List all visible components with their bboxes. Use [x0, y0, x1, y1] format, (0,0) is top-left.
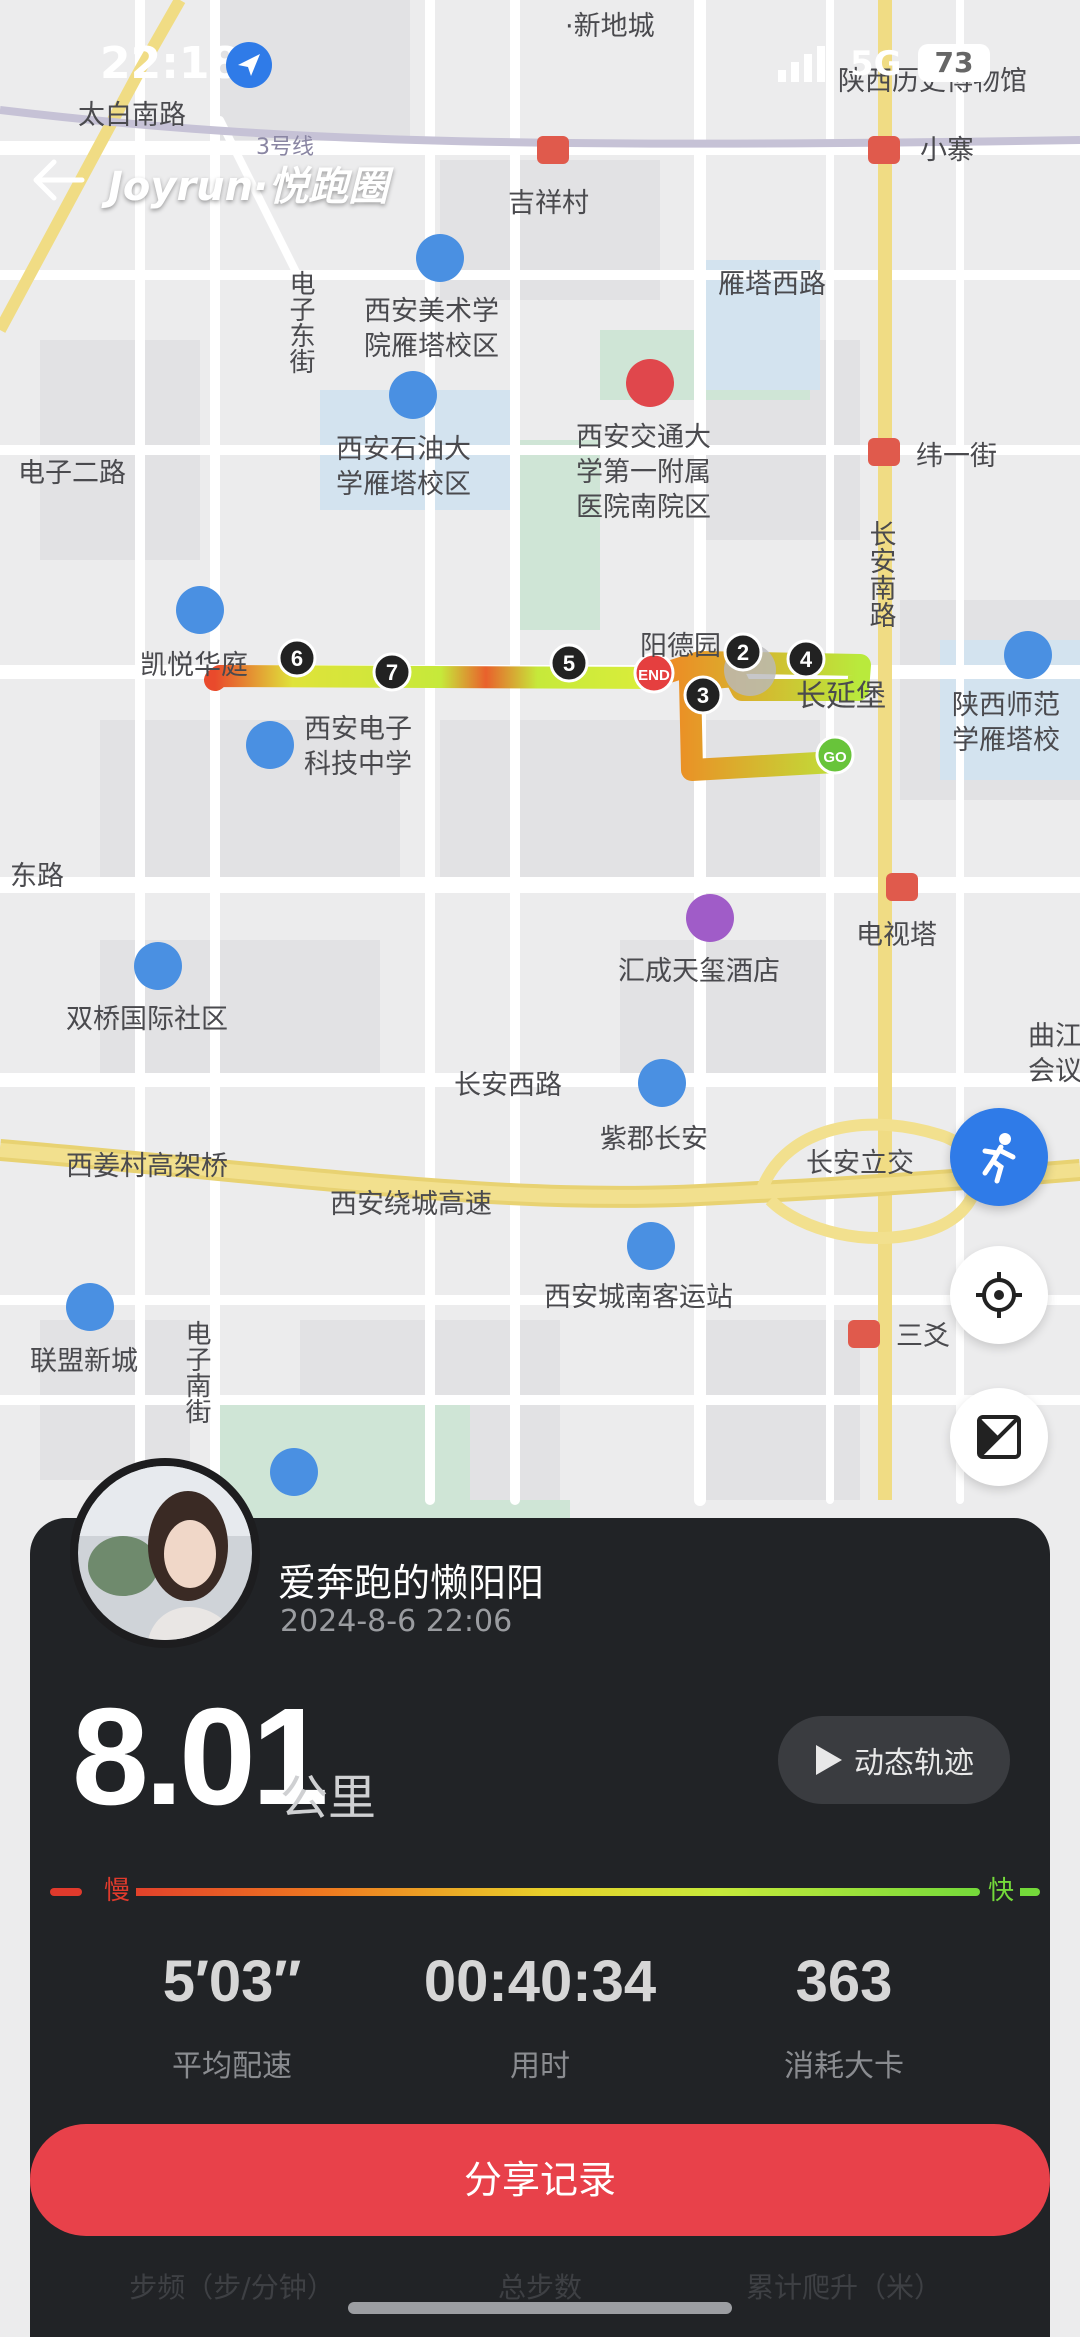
map-label: 学雁塔校区	[336, 469, 471, 500]
map-layer-icon	[977, 1415, 1021, 1459]
stat-calories: 363 消耗大卡	[694, 1948, 994, 2085]
svg-text:5: 5	[563, 651, 575, 676]
stat-label: 平均配速	[172, 2049, 292, 2084]
map-label: 学雁塔校	[952, 725, 1060, 756]
svg-text:GO: GO	[823, 749, 847, 766]
stat-avg-pace: 5′03″ 平均配速	[82, 1948, 382, 2085]
home-indicator[interactable]	[348, 2302, 732, 2314]
map-label: 西安城南客运站	[544, 1282, 733, 1313]
map-label: 长延堡	[796, 679, 886, 714]
pace-legend: 慢 快	[50, 1870, 1040, 1907]
map-label: 曲江	[1028, 1021, 1080, 1052]
map-label: 小寨	[920, 135, 974, 166]
map-label: 电子东街	[285, 270, 315, 374]
map-label: 西安绕城高速	[330, 1189, 492, 1220]
run-datetime: 2024-8-6 22:06	[280, 1604, 513, 1639]
map-label: 医院南院区	[576, 492, 711, 523]
svg-text:7: 7	[386, 660, 398, 685]
map-label: 联盟新城	[30, 1346, 138, 1377]
stat-value: 363	[795, 1949, 893, 2014]
map-label: 电视塔	[856, 920, 937, 951]
km-marker-4: 4	[786, 639, 826, 679]
stat-climb-label: 累计爬升（米）	[745, 2271, 942, 2304]
signal-icon	[778, 46, 825, 82]
pace-gradient	[110, 1888, 980, 1896]
battery-icon: 73	[918, 44, 990, 82]
map-label: 西安美术学	[364, 296, 499, 327]
track-replay-button[interactable]: 动态轨迹	[778, 1716, 1010, 1804]
username: 爱奔跑的懒阳阳	[278, 1561, 545, 1605]
svg-text:4: 4	[800, 647, 813, 672]
run-mode-button[interactable]	[950, 1108, 1048, 1206]
track-replay-label: 动态轨迹	[854, 1746, 974, 1781]
map-label: 陕西师范	[952, 690, 1060, 721]
map-label: 学第一附属	[576, 457, 711, 488]
map-label: 长安西路	[454, 1070, 562, 1101]
svg-text:END: END	[638, 667, 670, 684]
map-label: 雁塔西路	[718, 269, 826, 300]
locate-button[interactable]	[950, 1246, 1048, 1344]
svg-text:6: 6	[291, 646, 303, 671]
share-record-button[interactable]: 分享记录	[30, 2124, 1050, 2236]
map-layer-button[interactable]	[950, 1388, 1048, 1486]
map-label: 纬一街	[916, 441, 997, 472]
status-time: 22:18	[100, 38, 241, 89]
km-marker-2: 2	[723, 632, 763, 672]
pace-slow-label: 慢	[98, 1870, 137, 1907]
map-label: 长安立交	[806, 1148, 914, 1179]
svg-text:2: 2	[737, 640, 749, 665]
stat-label: 用时	[510, 2049, 570, 2084]
km-marker-5: 5	[549, 643, 589, 683]
crosshair-icon	[976, 1272, 1022, 1318]
run-summary-card: 爱奔跑的懒阳阳 2024-8-6 22:06 8.01 公里 动态轨迹 慢 快 …	[30, 1458, 1050, 2337]
map-label: 凯悦华庭	[140, 650, 248, 681]
avatar[interactable]	[70, 1458, 260, 1648]
map-label: 吉祥村	[508, 188, 589, 219]
start-marker: GO	[815, 735, 855, 775]
map-label: 三爻	[896, 1321, 950, 1352]
map-label: 会议	[1028, 1056, 1080, 1087]
back-arrow-icon[interactable]	[30, 150, 90, 210]
map-label: 电子二路	[18, 458, 126, 489]
status-bar: 22:18 5G 73	[0, 38, 1080, 98]
map-label: 院雁塔校区	[364, 331, 499, 362]
distance-unit: 公里	[280, 1770, 377, 1826]
stat-value: 00:40:34	[423, 1949, 657, 2014]
map-label: 西姜村高架桥	[66, 1151, 228, 1182]
map-label: 汇成天玺酒店	[618, 956, 780, 987]
stat-steps-label: 总步数	[497, 2271, 582, 2304]
play-icon	[816, 1745, 842, 1775]
km-marker-3: 3	[683, 675, 723, 715]
map-label: 东路	[10, 861, 64, 892]
stat-label: 消耗大卡	[784, 2049, 904, 2084]
network-type: 5G	[850, 44, 902, 84]
app-logo: Joyrun·悦跑圈	[108, 164, 389, 210]
map-label: 科技中学	[304, 749, 412, 780]
pace-cap-slow	[50, 1888, 82, 1896]
map-label: 电子南街	[181, 1320, 211, 1424]
map-label: 长安南路	[865, 520, 896, 628]
map-label: 太白南路	[78, 100, 186, 131]
map-label: 西安交通大	[576, 422, 711, 453]
stat-cadence-label: 步频（步/分钟）	[129, 2271, 335, 2304]
map-label: 阳德园	[640, 631, 721, 662]
avatar-photo	[78, 1466, 252, 1640]
runner-icon	[982, 1133, 1016, 1184]
stat-duration: 00:40:34 用时	[390, 1948, 690, 2085]
location-arrow-icon	[226, 42, 272, 88]
map-label: 双桥国际社区	[66, 1004, 228, 1035]
map-label: 西安石油大	[336, 434, 471, 465]
map-label: 紫郡长安	[600, 1124, 708, 1155]
svg-text:3: 3	[697, 683, 709, 708]
km-marker-6: 6	[277, 638, 317, 678]
stat-value: 5′03″	[162, 1949, 302, 2014]
pace-fast-label: 快	[981, 1870, 1020, 1907]
km-marker-7: 7	[372, 652, 412, 692]
map-label: 西安电子	[304, 714, 412, 745]
